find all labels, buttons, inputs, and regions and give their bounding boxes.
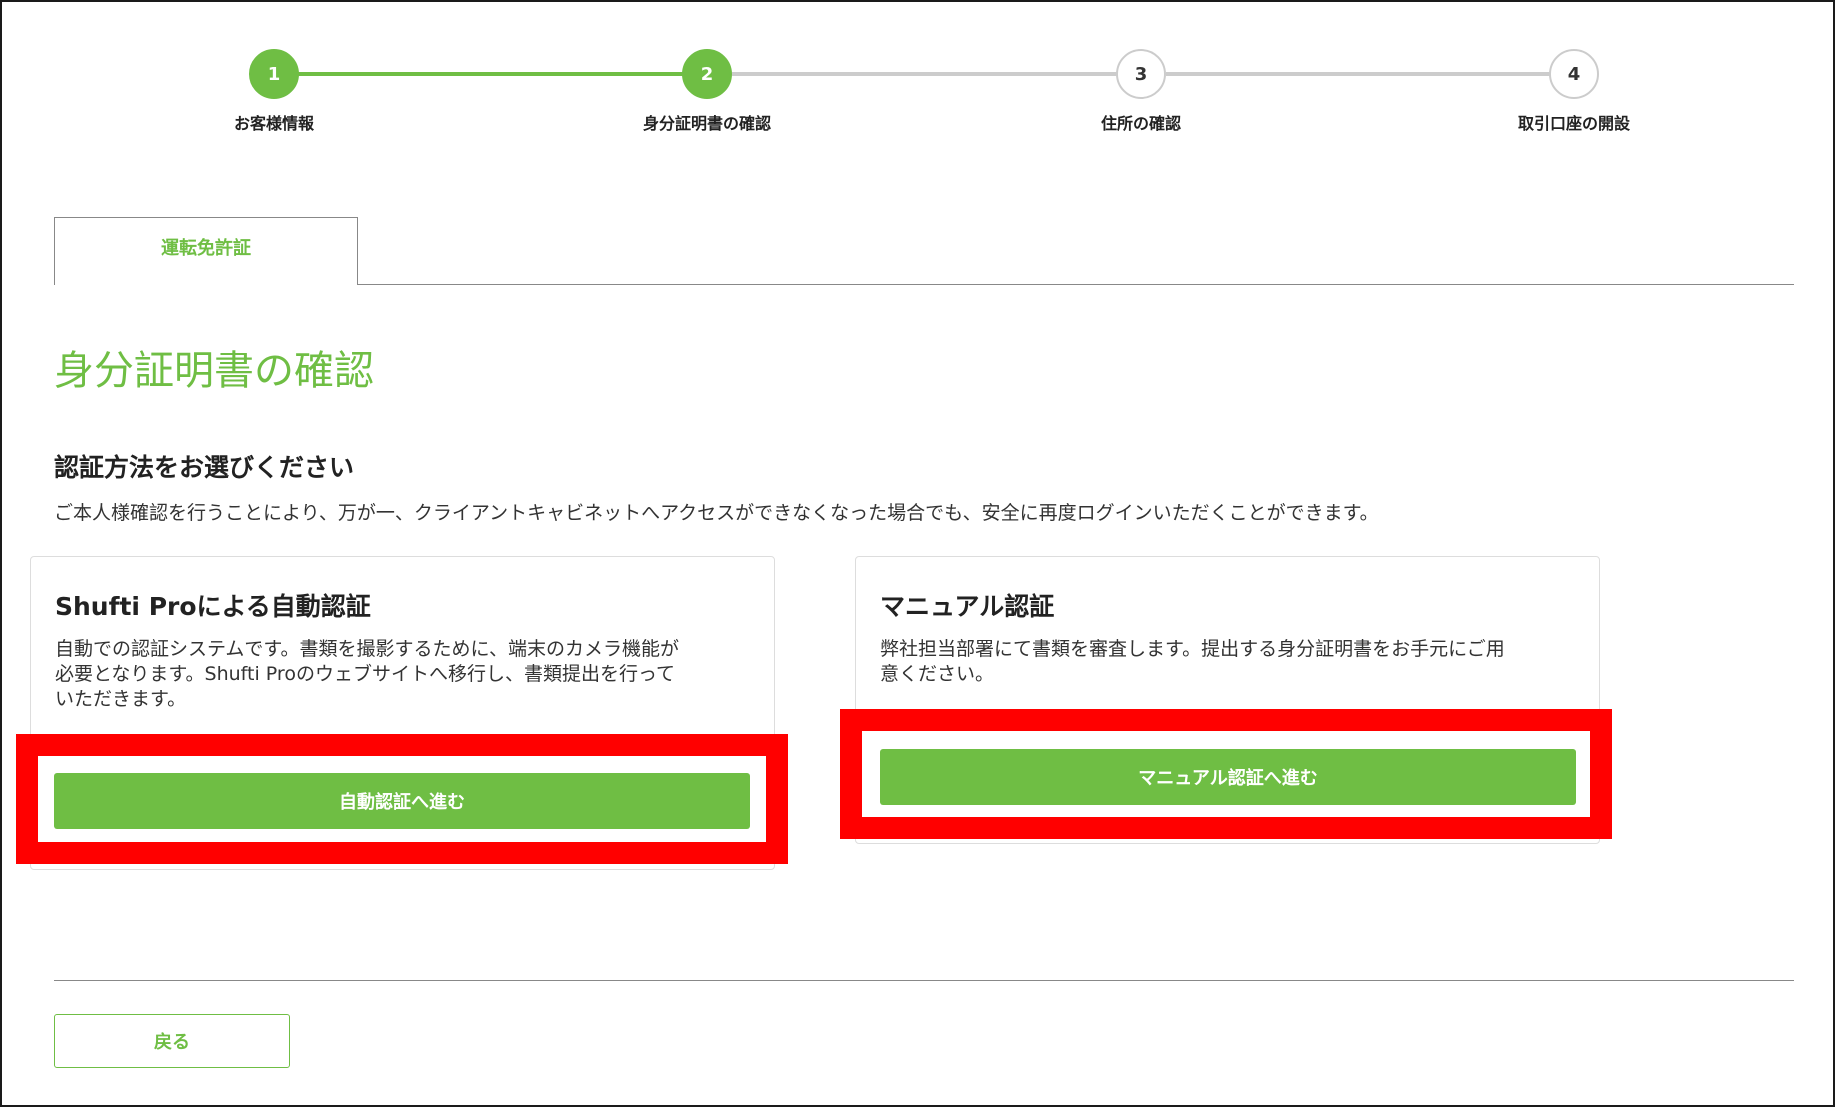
step-1-circle: 1 bbox=[249, 49, 299, 99]
manual-button-highlight-box bbox=[840, 709, 1612, 839]
tab-drivers-license[interactable]: 運転免許証 bbox=[54, 217, 358, 285]
auto-button-highlight-box bbox=[16, 734, 788, 864]
auto-card-desc-line: いただきます。 bbox=[55, 688, 187, 710]
manual-card-title: マニュアル認証 bbox=[880, 592, 1055, 621]
section-description: ご本人様確認を行うことにより、万が一、クライアントキャビネットへアクセスができな… bbox=[54, 502, 1379, 524]
step-3-label: 住所の確認 bbox=[1100, 114, 1181, 133]
auto-card-desc-line: 必要となります。Shufti Proのウェブサイトへ移行し、書類提出を行って bbox=[55, 663, 675, 685]
step-4-label: 取引口座の開設 bbox=[1517, 114, 1630, 133]
auto-card-description: 自動での認証システムです。書類を撮影するために、端末のカメラ機能が 必要となりま… bbox=[55, 637, 679, 712]
manual-card-desc-line: 弊社担当部署にて書類を審査します。提出する身分証明書をお手元にご用 bbox=[880, 638, 1505, 660]
step-connector-2-3 bbox=[732, 72, 1142, 76]
section-title: 認証方法をお選びください bbox=[54, 453, 355, 482]
page-title: 身分証明書の確認 bbox=[54, 348, 374, 394]
step-2-circle: 2 bbox=[682, 49, 732, 99]
auto-card-title: Shufti Proによる自動認証 bbox=[55, 592, 371, 621]
step-3-number: 3 bbox=[1134, 63, 1148, 85]
footer-divider bbox=[54, 980, 1794, 981]
back-button[interactable]: 戻る bbox=[54, 1014, 290, 1068]
step-connector-3-4 bbox=[1166, 72, 1576, 76]
step-3-circle: 3 bbox=[1116, 49, 1166, 99]
step-connector-1-2 bbox=[298, 72, 708, 76]
auto-card-desc-line: 自動での認証システムです。書類を撮影するために、端末のカメラ機能が bbox=[55, 638, 679, 660]
step-2-label: 身分証明書の確認 bbox=[642, 114, 771, 133]
manual-card-description: 弊社担当部署にて書類を審査します。提出する身分証明書をお手元にご用 意ください。 bbox=[880, 637, 1505, 687]
progress-stepper: 1 2 3 4 お客様情報 身分証明書の確認 住所の確認 取引口座の開設 bbox=[0, 0, 1835, 140]
step-2-number: 2 bbox=[700, 63, 714, 85]
manual-card-desc-line: 意ください。 bbox=[880, 663, 995, 685]
step-4-number: 4 bbox=[1567, 63, 1581, 85]
step-4-circle: 4 bbox=[1549, 49, 1599, 99]
window-frame bbox=[0, 0, 1835, 1107]
step-1-label: お客様情報 bbox=[233, 114, 314, 133]
step-1-number: 1 bbox=[267, 63, 281, 85]
tab-drivers-license-label: 運転免許証 bbox=[161, 238, 251, 259]
